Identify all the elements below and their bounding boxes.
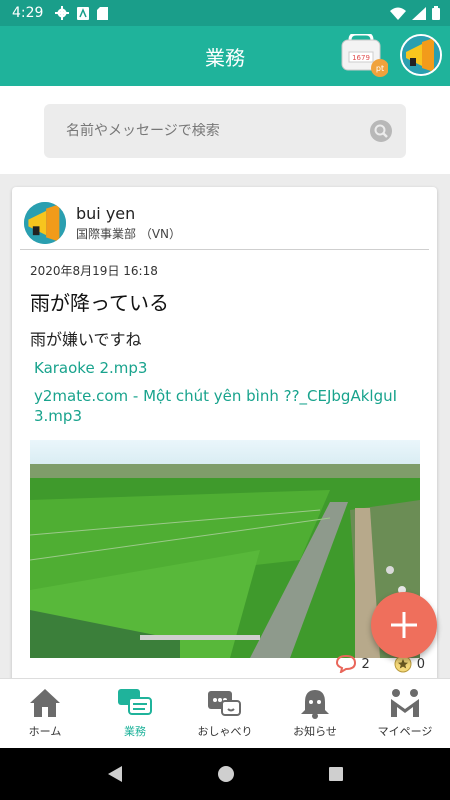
post-stats: 2 0 xyxy=(336,655,425,673)
nav-item-chat[interactable]: おしゃべり xyxy=(180,679,270,748)
bell-icon xyxy=(301,690,329,719)
recents-icon[interactable] xyxy=(328,766,344,782)
page-title: 業務 xyxy=(205,45,245,70)
author-name: bui yen xyxy=(76,204,136,223)
status-time: 4:29 xyxy=(12,5,44,21)
search-box[interactable] xyxy=(44,104,406,158)
megaphone-avatar-icon xyxy=(402,36,440,74)
attachment-link[interactable]: Karaoke 2.mp3 xyxy=(34,358,419,378)
plus-icon xyxy=(391,612,417,638)
search-input[interactable] xyxy=(66,123,370,139)
status-bar: 4:29 xyxy=(0,0,450,26)
comment-stat[interactable]: 2 xyxy=(336,655,370,673)
home-circle-icon[interactable] xyxy=(217,765,235,783)
app-bar: 業務 1679 pt xyxy=(0,26,450,86)
post-text: 雨が嫌いですね xyxy=(30,330,142,349)
post-photo[interactable] xyxy=(30,440,420,658)
post-title: 雨が降っている xyxy=(30,291,169,315)
favorite-stat[interactable]: 0 xyxy=(394,655,425,673)
favorite-count: 0 xyxy=(416,656,425,672)
battery-icon xyxy=(432,6,440,20)
profile-avatar[interactable] xyxy=(400,34,442,76)
work-chat-icon xyxy=(118,689,152,715)
keyboard-a-icon xyxy=(77,6,90,20)
nav-label: ホーム xyxy=(28,725,62,738)
nav-item-mypage[interactable]: マイページ xyxy=(360,679,450,748)
author-avatar[interactable] xyxy=(24,202,66,244)
nav-label: おしゃべり xyxy=(197,725,253,738)
nav-label: お知らせ xyxy=(293,725,337,738)
add-post-button[interactable] xyxy=(371,592,437,658)
points-badge: pt xyxy=(376,64,384,73)
attachment-link[interactable]: y2mate.com - Một chút yên bình ??_CEJbgA… xyxy=(34,386,419,426)
signal-icon xyxy=(412,6,426,20)
nav-label: マイページ xyxy=(377,725,433,738)
author-department: 国際事業部 （VN） xyxy=(76,227,182,241)
comment-count: 2 xyxy=(361,656,370,672)
search-area xyxy=(0,86,450,174)
search-icon[interactable] xyxy=(370,120,392,142)
bottom-nav: ホーム 業務 おしゃべり お知らせ マイページ xyxy=(0,678,450,748)
points-value: 1679 xyxy=(352,54,370,62)
system-nav-bar xyxy=(0,748,450,800)
nav-item-work[interactable]: 業務 xyxy=(90,679,180,748)
nav-item-notice[interactable]: お知らせ xyxy=(270,679,360,748)
back-icon[interactable] xyxy=(106,765,124,783)
megaphone-avatar-icon xyxy=(24,202,66,244)
sd-card-icon xyxy=(97,6,109,20)
nav-label: 業務 xyxy=(124,725,146,738)
points-purse-icon: 1679 pt xyxy=(341,32,389,77)
home-icon xyxy=(30,689,60,717)
nav-item-home[interactable]: ホーム xyxy=(0,679,90,748)
post-author: bui yen 国際事業部 （VN） xyxy=(12,187,437,247)
wifi-icon xyxy=(390,7,406,20)
mypage-icon xyxy=(391,689,419,717)
post-date: 2020年8月19日 16:18 xyxy=(30,264,158,278)
comment-icon xyxy=(336,655,357,673)
settings-gear-icon xyxy=(55,6,70,20)
chat-icon xyxy=(208,691,241,716)
points-button[interactable]: 1679 pt xyxy=(340,32,389,78)
